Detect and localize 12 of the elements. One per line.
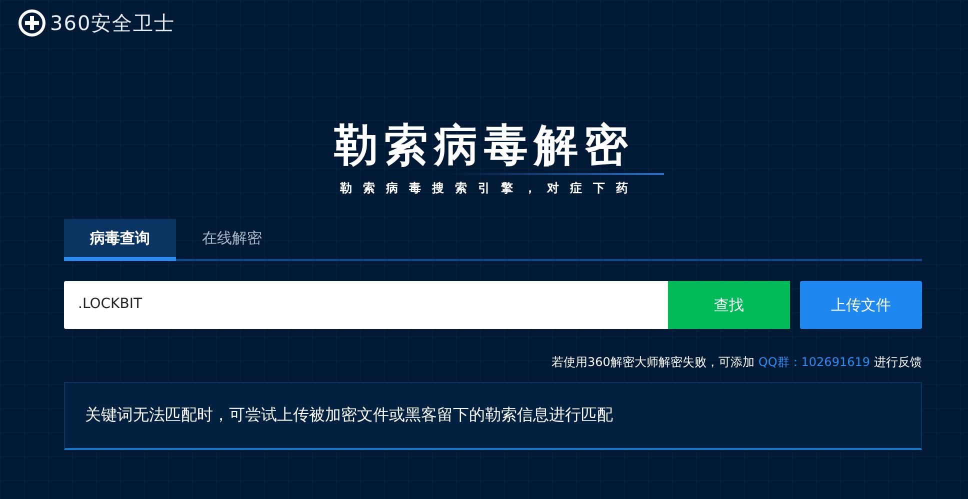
tab[interactable]: 病毒查询 — [64, 218, 176, 261]
logo-icon — [18, 9, 46, 37]
page-title: 勒索病毒解密 — [334, 120, 634, 171]
tab[interactable]: 在线解密 — [176, 218, 288, 261]
upload-button[interactable]: 上传文件 — [800, 280, 922, 329]
search-field[interactable]: .LOCKBIT — [64, 280, 668, 329]
subtitle: 勒索病毒搜索引擎，对症下药 — [340, 180, 639, 195]
info-text: 关键词无法匹配时，可尝试上传被加密文件或黑客留下的勒索信息进行匹配 — [85, 404, 613, 426]
qq-group-link[interactable]: QQ群：102691619 — [758, 354, 870, 369]
note-text: 若使用360解密大师解密失败，可添加 — [551, 354, 754, 369]
logo-text: 360安全卫士 — [50, 10, 176, 37]
note-text: 进行反馈 — [874, 354, 922, 369]
